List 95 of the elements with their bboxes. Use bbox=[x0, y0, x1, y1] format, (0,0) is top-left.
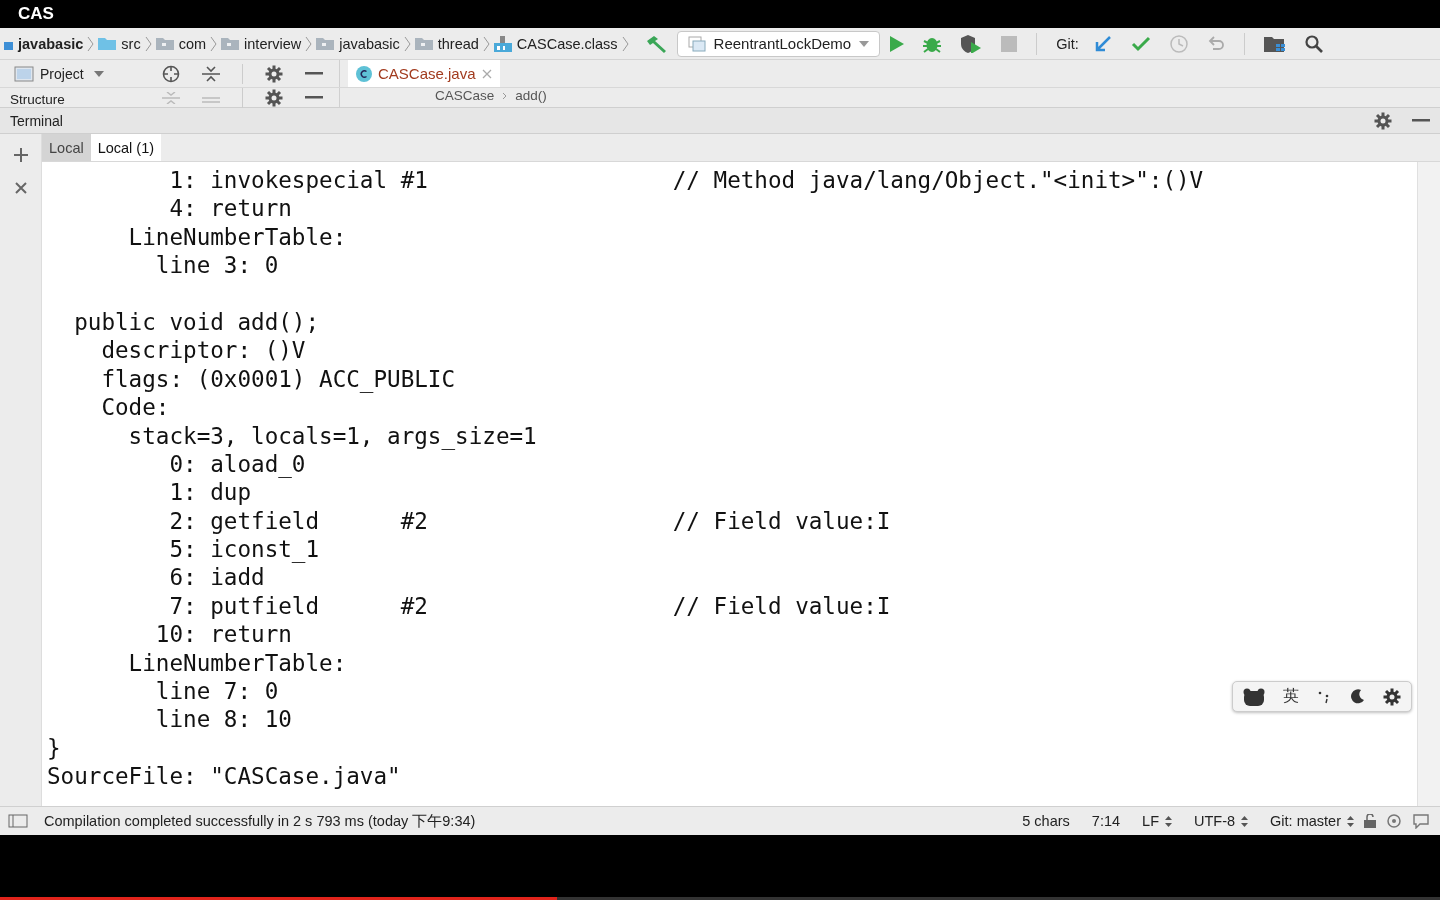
breadcrumb-item[interactable]: javabasic bbox=[18, 35, 84, 52]
up-down-arrows-icon bbox=[1241, 815, 1249, 827]
git-label: Git: bbox=[1056, 35, 1079, 52]
video-progress-bar[interactable] bbox=[0, 897, 1440, 900]
status-selector[interactable]: Git: master bbox=[1270, 813, 1354, 829]
chevron-icon bbox=[482, 35, 490, 52]
panel-icon bbox=[14, 65, 34, 82]
code-line: Code: bbox=[100, 393, 170, 422]
chevron-icon bbox=[305, 35, 313, 52]
structure-panel-title[interactable]: Structure bbox=[10, 92, 65, 107]
code-line: line 7: 0 bbox=[154, 677, 279, 706]
lock-icon[interactable] bbox=[1364, 814, 1376, 828]
up-down-arrows-icon bbox=[1165, 815, 1172, 827]
input-language-toggle[interactable]: 英 bbox=[1283, 686, 1299, 707]
video-title: CAS bbox=[18, 4, 54, 24]
terminal-tab[interactable]: Local (1) bbox=[90, 134, 162, 161]
folder-icon bbox=[155, 37, 174, 50]
minimize-icon[interactable] bbox=[1412, 118, 1430, 123]
panel-toggle-icon[interactable] bbox=[8, 814, 28, 828]
coverage-icon[interactable] bbox=[960, 34, 983, 53]
add-icon[interactable] bbox=[13, 148, 28, 162]
code-line: 0: aload_0 bbox=[168, 449, 306, 479]
code-line: line 8: 10 bbox=[154, 705, 292, 734]
chevron-icon bbox=[502, 91, 508, 100]
code-line: SourceFile: "CASCase.java" bbox=[47, 762, 401, 791]
breadcrumb-item[interactable]: com bbox=[178, 35, 207, 52]
notification-icon[interactable] bbox=[1412, 813, 1430, 829]
run-icon[interactable] bbox=[890, 35, 905, 52]
code-line: LineNumberTable: bbox=[127, 648, 347, 678]
folder-icon bbox=[221, 37, 240, 50]
editor-breadcrumb-item[interactable]: add() bbox=[515, 88, 547, 103]
editor-breadcrumb-item[interactable]: CASCase bbox=[435, 88, 495, 103]
breadcrumb-item[interactable]: thread bbox=[437, 35, 479, 52]
settings-icon[interactable] bbox=[265, 88, 283, 107]
status-indicator: 5 chars bbox=[1022, 813, 1070, 829]
code-line: stack=3, locals=1, args_size=1 bbox=[127, 421, 537, 450]
folder-icon bbox=[414, 37, 433, 50]
class-icon bbox=[356, 65, 372, 82]
status-selector[interactable]: LF bbox=[1142, 813, 1172, 829]
close-icon[interactable] bbox=[14, 182, 27, 194]
breadcrumb-item[interactable]: src bbox=[121, 35, 141, 52]
code-line: 2: getfield #2 // Field value:I bbox=[168, 506, 891, 536]
breadcrumb-item[interactable]: CASCase.class bbox=[516, 35, 618, 52]
editor-tab[interactable]: CASCase.java bbox=[348, 60, 500, 87]
code-line: flags: (0x0001) ACC_PUBLIC bbox=[100, 364, 456, 394]
hammer-icon[interactable] bbox=[644, 34, 667, 53]
folder-icon bbox=[316, 37, 335, 50]
breadcrumb-item[interactable]: interview bbox=[244, 35, 302, 52]
scrollbar-track[interactable] bbox=[1417, 162, 1440, 806]
caret-icon[interactable] bbox=[93, 70, 104, 77]
chevron-icon bbox=[87, 35, 95, 52]
code-line: 10: return bbox=[154, 620, 292, 649]
code-line: line 3: 0 bbox=[154, 251, 279, 280]
folder-icon bbox=[98, 37, 117, 50]
project-panel-title[interactable]: Project bbox=[40, 65, 84, 82]
code-line: 7: putfield #2 // Field value:I bbox=[168, 591, 891, 621]
search-icon[interactable] bbox=[1304, 34, 1323, 53]
code-line: 1: invokespecial #1 // Method java/lang/Object."<init>":()V bbox=[168, 166, 1204, 195]
code-line: 4: return bbox=[168, 194, 292, 223]
terminal-tab[interactable]: Local bbox=[42, 134, 91, 161]
status-selector[interactable]: UTF-8 bbox=[1194, 813, 1249, 829]
chevron-icon bbox=[144, 35, 152, 52]
caret-icon[interactable] bbox=[859, 40, 870, 47]
minimize-icon[interactable] bbox=[305, 95, 323, 100]
class-file-icon bbox=[493, 35, 512, 52]
run-configuration-dropdown[interactable]: ReentrantLockDemo bbox=[676, 30, 881, 57]
collapse-icon[interactable] bbox=[202, 64, 220, 83]
moon-icon[interactable] bbox=[1349, 688, 1365, 705]
code-line: LineNumberTable: bbox=[127, 222, 347, 252]
code-line: 1: dup bbox=[168, 478, 252, 507]
breadcrumb-item[interactable]: javabasic bbox=[339, 35, 400, 52]
chevron-icon bbox=[403, 35, 411, 52]
settings-icon[interactable] bbox=[265, 64, 283, 83]
code-line: 5: iconst_1 bbox=[168, 535, 320, 564]
terminal-title: Terminal bbox=[10, 112, 64, 129]
chevron-icon bbox=[210, 35, 218, 52]
update-project-icon[interactable] bbox=[1093, 34, 1112, 53]
status-message: Compilation completed successfully in 2 s 793 ms (today 下午9:34) bbox=[44, 811, 477, 831]
bear-logo-icon[interactable] bbox=[1243, 687, 1265, 706]
code-line: } bbox=[47, 733, 61, 763]
minimize-icon[interactable] bbox=[305, 71, 323, 76]
status-indicator: 7:14 bbox=[1091, 813, 1121, 829]
inspector-icon[interactable] bbox=[1386, 813, 1402, 829]
settings-icon[interactable] bbox=[1383, 687, 1401, 706]
settings-icon[interactable] bbox=[1374, 111, 1392, 130]
code-line: descriptor: ()V bbox=[100, 336, 306, 365]
punctuation-icon[interactable] bbox=[1317, 689, 1331, 704]
folder-grid-icon[interactable] bbox=[1263, 34, 1286, 53]
crosshair-icon[interactable] bbox=[162, 64, 180, 83]
up-down-arrows-icon bbox=[1347, 815, 1354, 827]
chevron-icon bbox=[621, 35, 629, 52]
window-icon bbox=[687, 35, 706, 52]
check-icon[interactable] bbox=[1130, 35, 1151, 52]
code-line: public void add(); bbox=[73, 307, 320, 337]
code-line: 6: iadd bbox=[168, 563, 265, 592]
